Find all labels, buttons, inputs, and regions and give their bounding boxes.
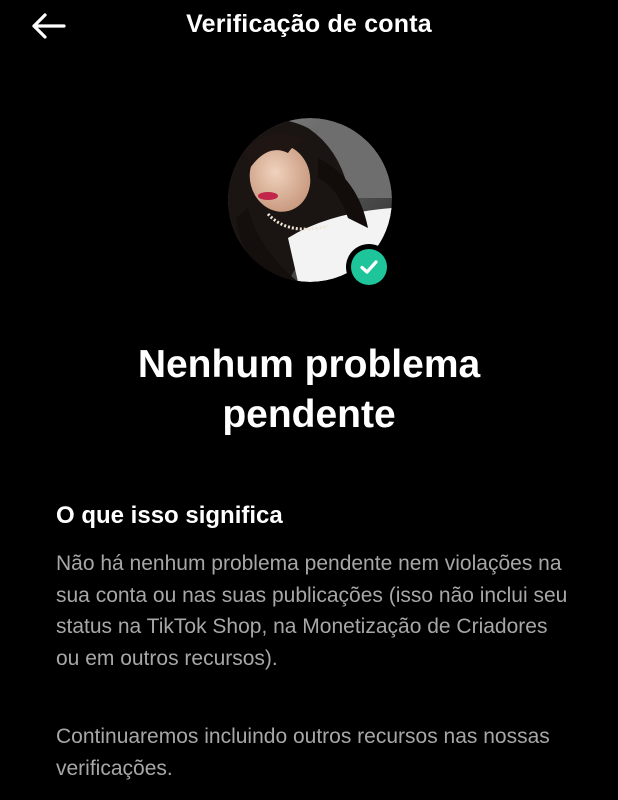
page-title: Verificação de conta bbox=[186, 10, 432, 38]
top-bar: Verificação de conta bbox=[0, 0, 618, 54]
profile-avatar-container bbox=[228, 118, 392, 290]
explanation-paragraph: Não há nenhum problema pendente nem viol… bbox=[56, 552, 568, 670]
verified-badge bbox=[346, 244, 392, 290]
status-title: Nenhum problema pendente bbox=[137, 343, 481, 436]
check-icon bbox=[360, 260, 378, 274]
future-checks-paragraph: Continuaremos incluindo outros recursos … bbox=[56, 725, 550, 780]
section-heading: O que isso significa bbox=[56, 502, 283, 529]
